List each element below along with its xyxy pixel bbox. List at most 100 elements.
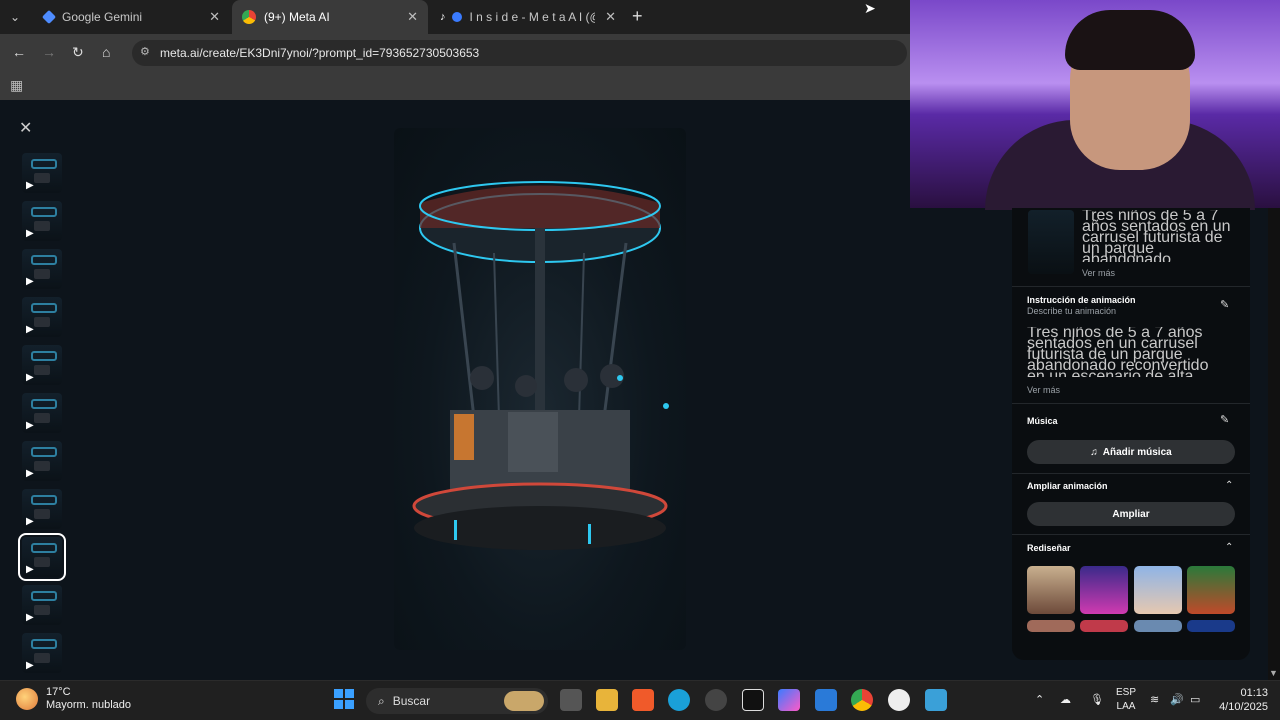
- add-music-button[interactable]: ♫ Añadir música: [1027, 440, 1235, 464]
- chatgpt-icon[interactable]: [888, 689, 910, 711]
- brave-icon[interactable]: [632, 689, 654, 711]
- show-hidden-icons-chevron-icon[interactable]: ⌃: [1035, 693, 1044, 706]
- tab-inside-meta-ai[interactable]: ♪ I n s i d e - M e t a A I (@asi ✕: [430, 0, 626, 34]
- style-thumbnail[interactable]: [1187, 620, 1235, 632]
- redesign-title: Rediseñar: [1027, 543, 1071, 553]
- language-indicator[interactable]: ESP LAA: [1116, 686, 1136, 714]
- date: 4/10/2025: [1219, 701, 1268, 713]
- store-icon[interactable]: [815, 689, 837, 711]
- close-icon[interactable]: ✕: [209, 9, 220, 25]
- tab-search-icon[interactable]: ⌄: [10, 10, 20, 24]
- new-tab-button[interactable]: +: [632, 6, 643, 27]
- chevron-up-icon[interactable]: ⌃: [1225, 480, 1233, 491]
- video-thumbnail[interactable]: ▶: [22, 297, 62, 337]
- windows-start-icon[interactable]: [334, 689, 354, 709]
- see-more-link[interactable]: Ver más: [1082, 268, 1115, 278]
- play-icon: ▶: [26, 420, 34, 431]
- video-thumbnail[interactable]: ▶: [22, 201, 62, 241]
- close-viewer-icon[interactable]: ✕: [19, 118, 32, 138]
- style-thumbnail[interactable]: [1134, 566, 1182, 614]
- mouse-cursor-icon: ➤: [864, 0, 876, 16]
- video-thumbnail[interactable]: ▶: [22, 441, 62, 481]
- tab-label: Google Gemini: [62, 10, 143, 24]
- play-icon: ▶: [26, 276, 34, 287]
- edge-icon[interactable]: [668, 689, 690, 711]
- weather-widget[interactable]: 17°C Mayorm. nublado: [16, 686, 131, 712]
- divider: [1012, 534, 1250, 535]
- divider: [1012, 286, 1250, 287]
- lang-top: ESP: [1116, 687, 1137, 698]
- taskbar-search[interactable]: ⌕ Buscar: [366, 688, 548, 714]
- back-icon[interactable]: ←: [12, 44, 26, 60]
- clock[interactable]: 01:13 4/10/2025: [1212, 686, 1268, 714]
- settings-icon[interactable]: [705, 689, 727, 711]
- home-icon[interactable]: ⌂: [102, 44, 110, 60]
- close-icon[interactable]: ✕: [407, 9, 418, 25]
- extend-button-label: Ampliar: [1112, 508, 1150, 520]
- extend-button[interactable]: Ampliar: [1027, 502, 1235, 526]
- chevron-up-icon[interactable]: ⌃: [1225, 542, 1233, 553]
- bookmarks-bar: [0, 70, 910, 100]
- video-thumbnail[interactable]: ▶: [22, 633, 62, 673]
- play-icon: ▶: [26, 612, 34, 623]
- style-thumbnail[interactable]: [1134, 620, 1182, 632]
- play-icon: ▶: [26, 228, 34, 239]
- divider: [1012, 473, 1250, 474]
- chrome-icon[interactable]: [851, 689, 873, 711]
- video-thumbnail[interactable]: ▶: [22, 585, 62, 625]
- task-view-icon[interactable]: [560, 689, 582, 711]
- style-thumbnail[interactable]: [1027, 566, 1075, 614]
- extend-animation-title: Ampliar animación: [1027, 481, 1108, 491]
- style-thumbnail[interactable]: [1187, 566, 1235, 614]
- chrome-icon: [242, 10, 256, 24]
- video-thumbnail[interactable]: ▶: [22, 249, 62, 289]
- page-scrollbar[interactable]: [1268, 208, 1280, 680]
- video-thumbnail[interactable]: ▶: [18, 533, 66, 581]
- capcut-icon[interactable]: [742, 689, 764, 711]
- close-icon[interactable]: ✕: [605, 9, 616, 25]
- style-thumbnail[interactable]: [1080, 620, 1128, 632]
- play-icon: ▶: [26, 516, 34, 527]
- webcam-person-hair: [1065, 10, 1195, 70]
- file-explorer-icon[interactable]: [596, 689, 618, 711]
- edit-music-pencil-icon[interactable]: ✎: [1220, 413, 1229, 426]
- video-thumbnail[interactable]: ▶: [22, 345, 62, 385]
- tab-meta-ai[interactable]: (9+) Meta AI ✕: [232, 0, 428, 34]
- url-text: meta.ai/create/EK3Dni7ynoi/?prompt_id=79…: [160, 46, 480, 60]
- tiktok-icon: ♪: [440, 11, 446, 23]
- style-thumbnail[interactable]: [1080, 566, 1128, 614]
- edit-animation-pencil-icon[interactable]: ✎: [1220, 298, 1229, 311]
- animation-instruction-title: Instrucción de animación: [1027, 295, 1136, 305]
- style-thumbnail[interactable]: [1027, 620, 1075, 632]
- volume-icon[interactable]: 🔊: [1170, 693, 1184, 706]
- play-icon: ▶: [26, 564, 34, 575]
- carousel-video[interactable]: [394, 128, 686, 650]
- animation-instruction-subtitle: Describe tu animación: [1027, 306, 1117, 316]
- play-icon: ▶: [26, 324, 34, 335]
- music-note-icon: ♫: [1090, 446, 1098, 458]
- address-bar[interactable]: meta.ai/create/EK3Dni7ynoi/?prompt_id=79…: [132, 40, 907, 66]
- microphone-icon[interactable]: 🎙: [1090, 693, 1104, 706]
- site-info-icon[interactable]: ⚙: [140, 45, 152, 58]
- see-more-link[interactable]: Ver más: [1027, 385, 1060, 395]
- gemini-icon: [41, 9, 57, 25]
- wifi-icon[interactable]: ≋: [1150, 693, 1159, 706]
- meta-ai-icon: [451, 12, 462, 22]
- battery-icon[interactable]: ▭: [1190, 693, 1200, 706]
- notepad-icon[interactable]: [925, 689, 947, 711]
- prompt-text: Tres niños de 5 a 7 años sentados en un …: [1082, 210, 1231, 262]
- forward-icon[interactable]: →: [42, 44, 56, 60]
- onedrive-icon[interactable]: ☁: [1060, 693, 1071, 706]
- source-image-thumbnail[interactable]: [1028, 210, 1074, 274]
- play-icon: ▶: [26, 660, 34, 671]
- time: 01:13: [1240, 687, 1268, 699]
- carousel-illustration: [412, 181, 669, 550]
- copilot-icon[interactable]: [778, 689, 800, 711]
- scroll-down-arrow-icon[interactable]: ▼: [1269, 668, 1278, 678]
- reload-icon[interactable]: ↻: [72, 44, 84, 61]
- video-thumbnail[interactable]: ▶: [22, 393, 62, 433]
- video-thumbnail[interactable]: ▶: [22, 489, 62, 529]
- apps-grid-icon[interactable]: ▦: [10, 77, 23, 94]
- tab-google-gemini[interactable]: Google Gemini ✕: [34, 0, 230, 34]
- video-thumbnail[interactable]: ▶: [22, 153, 62, 193]
